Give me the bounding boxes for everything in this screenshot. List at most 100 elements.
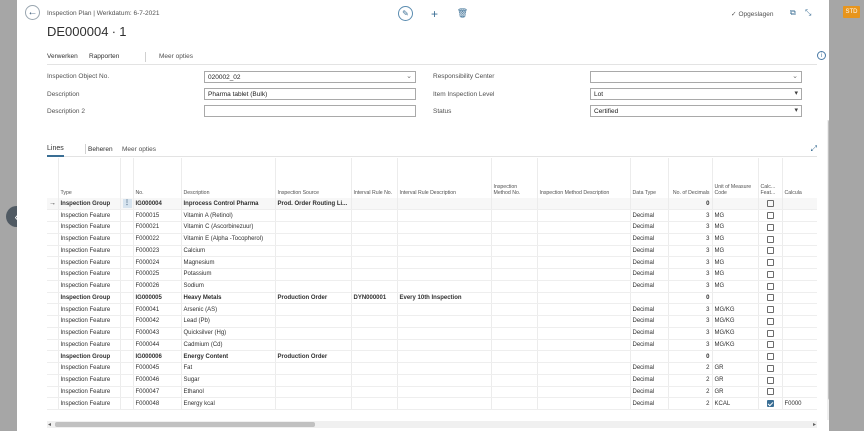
cell-data-type[interactable]: Decimal	[629, 209, 668, 222]
vertical-scrollbar[interactable]	[827, 120, 829, 420]
responsibility-center-field[interactable]: ⌄	[590, 71, 802, 83]
cell-data-type[interactable]: Decimal	[629, 303, 668, 316]
table-row[interactable]: Inspection Group IG000006 Energy Content Pr…	[47, 350, 817, 363]
cell-no-of-decimals[interactable]: 3	[667, 315, 712, 328]
table-row[interactable]: Inspection Group IG000005 Heavy Metals Prod…	[47, 292, 817, 305]
cell-calc[interactable]	[781, 374, 817, 387]
scroll-right-icon[interactable]: ▸	[813, 421, 816, 428]
cell-description[interactable]: Ethanol	[180, 386, 275, 399]
scroll-left-icon[interactable]: ◂	[48, 421, 51, 428]
cell-inspection-method-description[interactable]	[536, 221, 630, 234]
cell-calc[interactable]	[781, 386, 817, 399]
cell-data-type[interactable]: Decimal	[629, 386, 668, 399]
cell-unit-of-measure-code[interactable]: KCAL	[711, 397, 758, 410]
cell-interval-rule-description[interactable]	[396, 233, 491, 246]
cell-inspection-method-description[interactable]	[536, 397, 630, 410]
cell-calc-feat[interactable]	[757, 256, 782, 269]
cell-calc-feat[interactable]	[757, 397, 782, 410]
cell-type[interactable]: Inspection Group	[57, 350, 120, 363]
calc-feat-checkbox[interactable]	[766, 376, 774, 384]
cell-description[interactable]: Cadmium (Cd)	[180, 339, 275, 352]
cell-inspection-method-description[interactable]	[536, 339, 630, 352]
cell-data-type[interactable]: Decimal	[629, 221, 668, 234]
cell-interval-rule-no[interactable]	[350, 280, 397, 293]
new-button[interactable]: +	[427, 6, 442, 21]
cell-interval-rule-description[interactable]	[396, 339, 491, 352]
cell-interval-rule-description[interactable]	[396, 350, 491, 363]
table-row[interactable]: Inspection Feature F000046 Sugar Decimal 2 GR	[47, 374, 817, 387]
cell-inspection-method-description[interactable]	[536, 374, 630, 387]
cell-calc-feat[interactable]	[757, 280, 782, 293]
cell-inspection-method-no[interactable]	[490, 268, 537, 281]
cell-description[interactable]: Vitamin C (Ascorbinezuur)	[180, 221, 275, 234]
cell-calc[interactable]	[781, 350, 817, 363]
cell-type[interactable]: Inspection Feature	[57, 339, 120, 352]
cell-inspection-method-no[interactable]	[490, 339, 537, 352]
cell-inspection-method-description[interactable]	[536, 327, 630, 340]
cell-data-type[interactable]: Decimal	[629, 256, 668, 269]
cell-no[interactable]: F000048	[132, 397, 181, 410]
collapse-button[interactable]: ⤡	[805, 8, 811, 18]
cell-inspection-method-description[interactable]	[536, 350, 630, 363]
cell-no[interactable]: F000041	[132, 303, 181, 316]
cell-data-type[interactable]: Decimal	[629, 268, 668, 281]
cell-type[interactable]: Inspection Feature	[57, 315, 120, 328]
table-row[interactable]: Inspection Feature F000047 Ethanol Decimal 2…	[47, 386, 817, 399]
cell-type[interactable]: Inspection Feature	[57, 233, 120, 246]
cell-unit-of-measure-code[interactable]: MG	[711, 221, 758, 234]
cell-inspection-source[interactable]	[274, 374, 351, 387]
lines-more-options[interactable]: Meer opties	[122, 146, 156, 153]
row-menu-cell[interactable]	[119, 327, 133, 340]
cell-unit-of-measure-code[interactable]: MG/KG	[711, 303, 758, 316]
cell-inspection-method-description[interactable]	[536, 280, 630, 293]
cell-type[interactable]: Inspection Feature	[57, 397, 120, 410]
horizontal-scroll-thumb[interactable]	[55, 422, 315, 427]
cell-inspection-source[interactable]	[274, 397, 351, 410]
cell-description[interactable]: Sodium	[180, 280, 275, 293]
cell-interval-rule-description[interactable]	[396, 221, 491, 234]
cell-calc-feat[interactable]	[757, 209, 782, 222]
cell-data-type[interactable]: Decimal	[629, 362, 668, 375]
cell-interval-rule-description[interactable]	[396, 386, 491, 399]
row-menu-cell[interactable]	[119, 303, 133, 316]
calc-feat-checkbox[interactable]	[766, 400, 774, 408]
inspection-object-no-field[interactable]: 020002_02 ⌄	[204, 71, 416, 83]
cell-interval-rule-no[interactable]	[350, 362, 397, 375]
row-menu-cell[interactable]	[119, 339, 133, 352]
cell-inspection-source[interactable]	[274, 315, 351, 328]
cell-unit-of-measure-code[interactable]: MG	[711, 280, 758, 293]
cell-no-of-decimals[interactable]: 3	[667, 233, 712, 246]
cell-unit-of-measure-code[interactable]: GR	[711, 386, 758, 399]
item-inspection-level-select[interactable]: Lot ▾	[590, 88, 802, 100]
cell-no[interactable]: F000047	[132, 386, 181, 399]
row-menu-cell[interactable]	[119, 374, 133, 387]
cell-calc[interactable]	[781, 268, 817, 281]
calc-feat-checkbox[interactable]	[766, 223, 774, 231]
cell-interval-rule-description[interactable]	[396, 397, 491, 410]
cell-inspection-source[interactable]	[274, 303, 351, 316]
col-unit-of-measure-code[interactable]: Unit of Measure Code	[711, 158, 758, 198]
calc-feat-checkbox[interactable]	[766, 341, 774, 349]
cell-description[interactable]: Energy kcal	[180, 397, 275, 410]
cell-unit-of-measure-code[interactable]: MG/KG	[711, 327, 758, 340]
table-row[interactable]: Inspection Feature F000021 Vitamin C (Asco…	[47, 221, 817, 234]
row-menu-cell[interactable]	[119, 397, 133, 410]
cell-calc[interactable]	[781, 198, 817, 211]
cell-data-type[interactable]: Decimal	[629, 397, 668, 410]
cell-description[interactable]: Heavy Metals	[180, 292, 275, 305]
cell-calc[interactable]	[781, 256, 817, 269]
cell-description[interactable]: Energy Content	[180, 350, 275, 363]
cell-inspection-method-no[interactable]	[490, 198, 537, 211]
cell-type[interactable]: Inspection Feature	[57, 362, 120, 375]
cell-interval-rule-no[interactable]	[350, 221, 397, 234]
cell-data-type[interactable]	[629, 350, 668, 363]
cell-no[interactable]: F000015	[132, 209, 181, 222]
calc-feat-checkbox[interactable]	[766, 282, 774, 290]
cell-no[interactable]: IG000004	[132, 198, 181, 211]
cell-no[interactable]: F000024	[132, 256, 181, 269]
cell-calc-feat[interactable]	[757, 386, 782, 399]
col-no-of-decimals[interactable]: No. of Decimals	[667, 158, 712, 198]
cell-type[interactable]: Inspection Feature	[57, 303, 120, 316]
cell-inspection-method-no[interactable]	[490, 315, 537, 328]
cell-no-of-decimals[interactable]: 0	[667, 198, 712, 211]
